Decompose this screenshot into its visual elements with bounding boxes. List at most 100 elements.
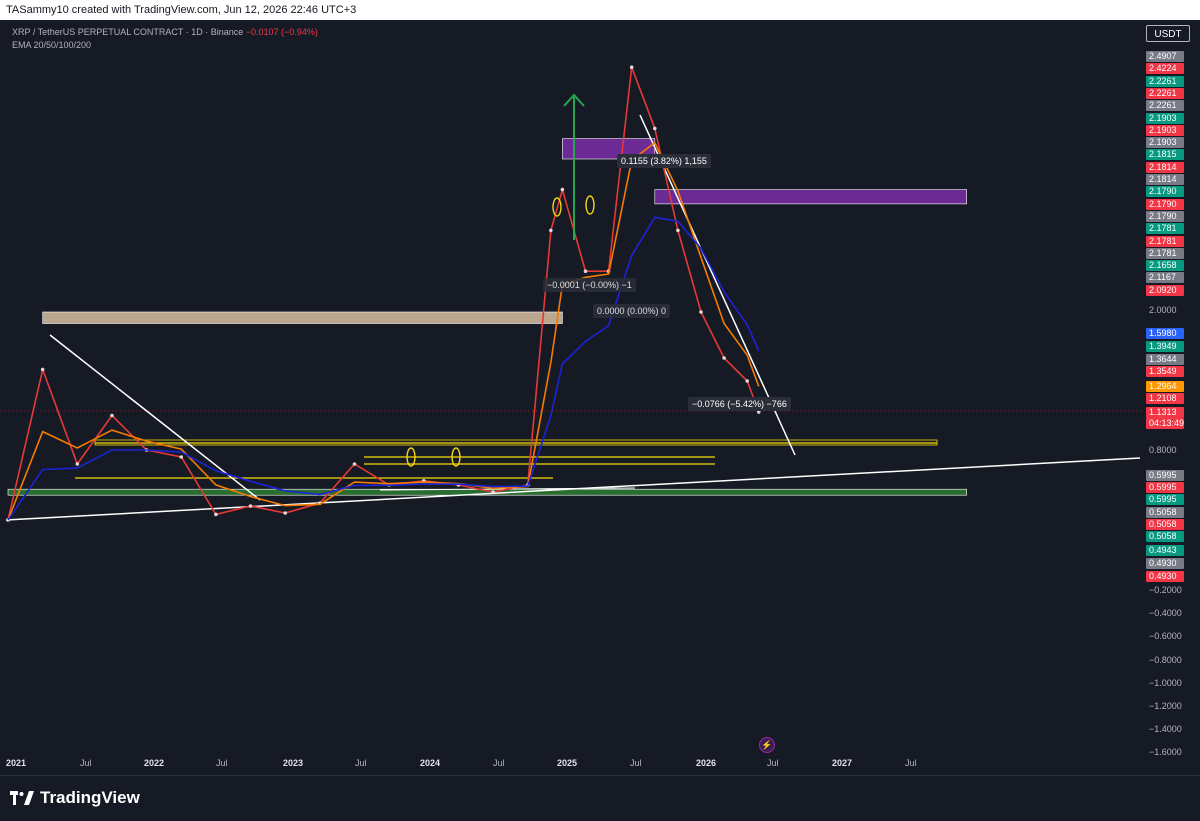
price-tag: 0.5995 [1146,482,1184,493]
alert-lightning-icon[interactable]: ⚡ [759,737,775,753]
price-point [75,462,80,466]
price-tag: 1.3644 [1146,354,1184,365]
time-axis-label: 2027 [832,758,853,768]
price-point [283,511,288,515]
price-chart[interactable] [0,20,1143,775]
price-tag: 1.5980 [1146,328,1184,339]
price-point [745,379,749,383]
price-series-line [7,66,760,521]
zone-tan-2 [42,311,563,324]
price-tag: 0.4930 [1146,558,1184,569]
time-axis-label: 2026 [696,758,717,768]
price-point [110,413,114,418]
price-tag: 2.1814 [1146,161,1184,173]
price-tag: 0.5995 [1146,494,1184,505]
price-point [352,462,357,466]
price-tag: 2.4907 [1146,51,1184,62]
price-tag: 1.3949 [1146,341,1184,352]
price-point [699,310,703,314]
measure-label-top[interactable]: 0.1155 (3.82%) 1,155 [617,154,711,168]
time-axis-label: 2021 [6,758,27,768]
price-axis-tick: −1.2000 [1149,701,1182,711]
price-tag: 0.4943 [1146,545,1184,556]
price-axis-tick: −0.4000 [1149,608,1182,618]
time-axis-label: Jul [80,758,92,768]
time-axis-label: 2025 [557,758,578,768]
tradingview-logo-icon [10,791,34,805]
ema-50-line [7,216,760,521]
price-tag: 1.2108 [1146,393,1184,404]
symbol-info[interactable]: XRP / TetherUS PERPETUAL CONTRACT · 1D ·… [12,27,318,37]
price-tag: 2.1781 [1146,235,1184,247]
price-tag: 2.1781 [1146,247,1184,259]
time-axis-label: Jul [767,758,779,768]
price-tag: 0.5058 [1146,507,1184,518]
price-tag: 2.2261 [1146,87,1184,99]
price-point [560,187,565,192]
price-tag: 2.4224 [1146,63,1184,75]
time-axis-label: Jul [630,758,642,768]
measure-label-mid2[interactable]: 0.0000 (0.00%) 0 [593,304,671,318]
price-tag: 2.1903 [1146,137,1184,149]
time-axis-label: Jul [355,758,367,768]
time-axis-label: Jul [905,758,917,768]
price-tag: 0.5995 [1146,470,1184,481]
annotation-ring-1 [585,195,595,215]
price-tag: 0.5058 [1146,519,1184,530]
symbol-change: −0.0107 (−0.94%) [245,27,318,37]
attribution-header: TASammy10 created with TradingView.com, … [0,0,1200,20]
zone-purple-1 [654,189,967,205]
price-tag: 2.1903 [1146,124,1184,136]
price-tag: 2.1814 [1146,174,1184,185]
price-tag: 2.1815 [1146,149,1184,161]
price-point [491,490,495,494]
price-tag: 1.2964 [1146,381,1184,392]
price-tag: 2.1790 [1146,186,1184,198]
time-axis-label: 2022 [144,758,165,768]
price-point [583,269,588,274]
price-tag: 0.4930 [1146,571,1184,582]
time-axis-label: Jul [216,758,228,768]
price-point [549,228,553,233]
symbol-name: XRP / TetherUS PERPETUAL CONTRACT · 1D ·… [12,27,244,37]
price-tag: 0.5058 [1146,531,1184,542]
price-tag: 1.1313 [1146,407,1184,418]
tradingview-logo: TradingView [10,788,140,808]
price-tag: 2.2261 [1146,75,1184,87]
price-axis-tick: −1.0000 [1149,678,1182,688]
time-axis-label: 2023 [283,758,304,768]
price-tag: 2.1167 [1146,272,1184,284]
price-tag: 04:13:49 [1146,418,1184,429]
currency-button[interactable]: USDT [1146,25,1190,42]
price-tag: 2.1790 [1146,210,1184,222]
price-axis-tick: −0.8000 [1149,655,1182,665]
price-axis-tick: −0.2000 [1149,585,1182,595]
tradingview-logo-text: TradingView [40,788,140,807]
time-axis-label: Jul [493,758,505,768]
price-tag: 2.0920 [1146,284,1184,296]
price-axis-tick: −1.6000 [1149,747,1182,757]
attribution-text: TASammy10 created with TradingView.com, … [6,4,357,16]
price-axis-tick: 2.0000 [1149,305,1177,315]
price-point [214,512,218,517]
price-point [179,455,184,459]
price-point [722,356,726,360]
price-tag: 2.1781 [1146,223,1184,235]
price-axis-tick: −0.6000 [1149,631,1182,641]
price-point [629,65,634,69]
price-point [40,367,45,372]
price-axis-tick: 0.8000 [1149,445,1177,455]
price-point [653,126,657,131]
price-tag: 2.1790 [1146,198,1184,210]
price-axis-tick: −1.4000 [1149,724,1182,734]
footer [0,775,1200,821]
measure-label-recent[interactable]: −0.0766 (−5.42%) −766 [688,397,791,411]
measure-label-mid1[interactable]: −0.0001 (−0.00%) −1 [543,278,636,292]
indicator-legend[interactable]: EMA 20/50/100/200 [12,40,91,50]
price-tag: 2.1903 [1146,112,1184,124]
price-tag: 2.1658 [1146,260,1184,272]
price-point [248,504,253,508]
price-tag: 2.2261 [1146,100,1184,112]
price-tag: 1.3549 [1146,366,1184,377]
time-axis-label: 2024 [420,758,441,768]
